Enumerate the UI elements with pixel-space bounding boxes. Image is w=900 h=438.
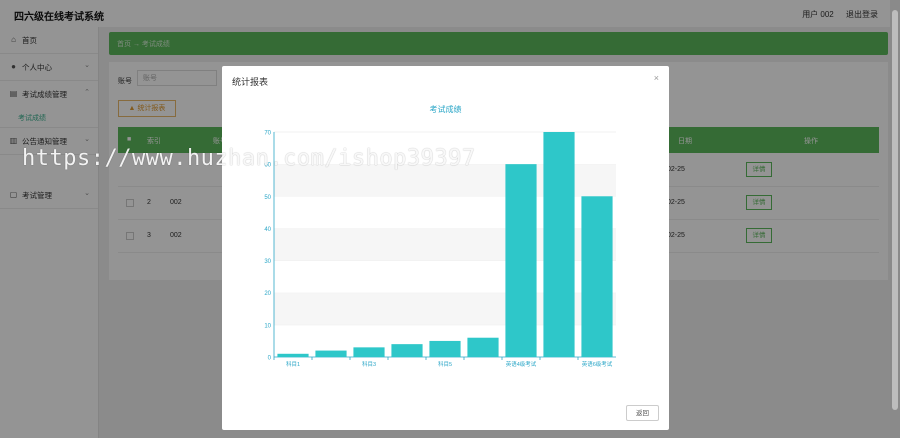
bar xyxy=(505,164,537,357)
x-tick-label: 科目1 xyxy=(286,360,300,368)
back-button[interactable]: 返回 xyxy=(626,405,659,421)
scrollbar-thumb[interactable] xyxy=(892,10,898,410)
bar xyxy=(277,353,309,357)
y-tick-label: 70 xyxy=(264,131,271,137)
bar xyxy=(353,347,385,357)
bar xyxy=(467,337,499,357)
y-tick-label: 40 xyxy=(264,227,271,233)
x-tick-label: 科目3 xyxy=(362,360,376,368)
bar xyxy=(315,350,347,357)
bar xyxy=(391,344,423,357)
bar xyxy=(429,340,461,357)
y-tick-label: 20 xyxy=(264,291,271,297)
bar xyxy=(581,196,613,357)
x-tick-label: 英语4级考试 xyxy=(506,360,537,368)
y-tick-label: 50 xyxy=(264,195,271,201)
bar-chart: 010203040506070科目1 科目3 科目5 英语4级考试 英语6级考试 xyxy=(264,131,616,368)
scrollbar[interactable] xyxy=(890,0,900,438)
bar xyxy=(543,132,575,357)
watermark-text: https://www.huzhan.com/ishop39397 xyxy=(22,146,476,171)
y-tick-label: 10 xyxy=(264,323,271,329)
statistics-modal: 统计报表 × 考试成绩 0 10 20 30 40 50 60 70 科目1 科目3 科目5 英语4级… xyxy=(222,66,669,430)
x-tick-label: 英语6级考试 xyxy=(582,360,613,368)
y-tick-label: 30 xyxy=(264,259,271,265)
x-tick-label: 科目5 xyxy=(438,360,452,368)
y-tick-label: 0 xyxy=(268,356,272,362)
